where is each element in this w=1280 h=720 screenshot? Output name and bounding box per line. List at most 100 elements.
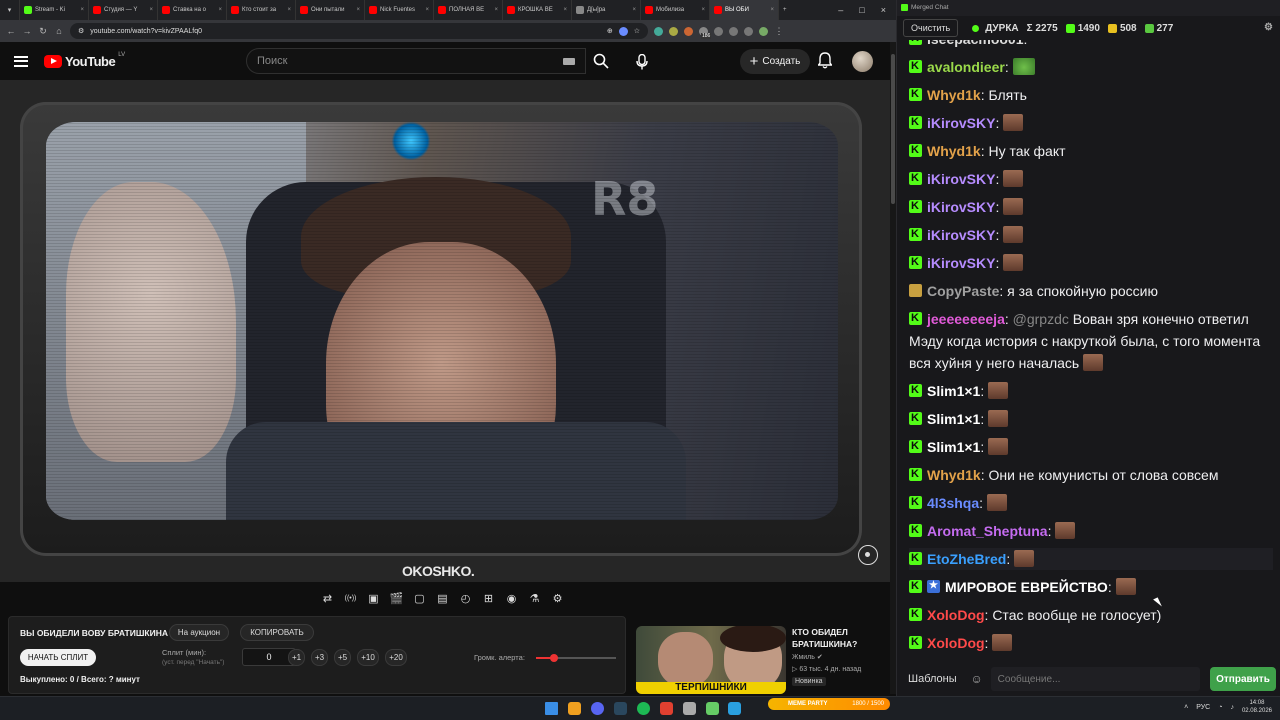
- close-tab-icon[interactable]: ×: [287, 7, 291, 13]
- chat-username[interactable]: Whyd1k: [927, 87, 981, 103]
- chat-message[interactable]: Slim1×1:: [909, 435, 1273, 458]
- chat-username[interactable]: 4l3shqa: [927, 495, 979, 511]
- chat-message[interactable]: avalondieer:: [909, 55, 1273, 78]
- close-tab-icon[interactable]: ×: [701, 7, 705, 13]
- chat-message[interactable]: iKirovSKY:: [909, 111, 1273, 134]
- bookmark-star-icon[interactable]: ☆: [634, 27, 640, 35]
- increment-button[interactable]: +5: [334, 649, 351, 666]
- home-icon[interactable]: ⌂: [54, 26, 64, 36]
- address-bar[interactable]: ⚙ youtube.com/watch?v=kivZPAALfq0 ⊕ ☆: [70, 23, 648, 39]
- copy-button[interactable]: КОПИРОВАТЬ: [240, 624, 314, 641]
- chat-username[interactable]: МИРОВОЕ ЕВРЕЙСТВО: [945, 579, 1108, 595]
- video-thumbnail[interactable]: ТЕРПИШНИКИ: [636, 626, 786, 694]
- message-input[interactable]: Сообщение...: [990, 667, 1200, 691]
- chat-message[interactable]: iseepacmoo01:: [909, 40, 1273, 50]
- browser-tab[interactable]: Nick Fuentes ×: [365, 0, 434, 20]
- autoplay-target-icon[interactable]: [858, 545, 878, 565]
- browser-tab[interactable]: Они пытали ×: [296, 0, 365, 20]
- profile-icon[interactable]: [759, 26, 768, 36]
- browser-tab[interactable]: КРОШКА ВЕ ×: [503, 0, 572, 20]
- chat-message[interactable]: Whyd1k: Они не комунисты от слова совсем: [909, 463, 1273, 486]
- chat-username[interactable]: CopyPaste: [927, 283, 999, 299]
- increment-button[interactable]: +10: [357, 649, 379, 666]
- chat-username[interactable]: avalondieer: [927, 59, 1005, 75]
- frame-icon[interactable]: ▢: [410, 590, 429, 607]
- chat-username[interactable]: Slim1×1: [927, 383, 980, 399]
- clock[interactable]: 14:08 02.08.2026: [1242, 699, 1272, 715]
- chat-username[interactable]: Whyd1k: [927, 143, 981, 159]
- screenshot-settings-icon[interactable]: ▣: [364, 590, 383, 607]
- chat-message[interactable]: Slim1×1:: [909, 379, 1273, 402]
- chat-message[interactable]: iKirovSKY:: [909, 223, 1273, 246]
- chat-message[interactable]: Whyd1k: Ну так факт: [909, 139, 1273, 162]
- youtube-logo[interactable]: YouTube LV: [44, 52, 125, 69]
- video-title[interactable]: КТО ОБИДЕЛ БРАТИШКИНА?: [792, 626, 888, 650]
- browser-tab[interactable]: ПОЛНАЯ ВЕ ×: [434, 0, 503, 20]
- increment-button[interactable]: +1: [288, 649, 305, 666]
- chat-message[interactable]: CopyPaste: я за спокойную россию: [909, 280, 1273, 302]
- search-input[interactable]: Поиск: [246, 48, 586, 74]
- app-icon[interactable]: [683, 702, 696, 715]
- chat-message[interactable]: XoloDog:: [909, 631, 1273, 654]
- volume-icon[interactable]: ♪: [1230, 704, 1234, 711]
- browser-tab[interactable]: Д[ы]ра ×: [572, 0, 641, 20]
- reload-icon[interactable]: ↻: [38, 26, 48, 37]
- account-avatar[interactable]: [852, 51, 873, 72]
- chat-message[interactable]: Whyd1k: Блять: [909, 83, 1273, 106]
- create-button[interactable]: + Создать: [740, 49, 810, 74]
- discord-icon[interactable]: [591, 702, 604, 715]
- chat-username[interactable]: iKirovSKY: [927, 255, 995, 271]
- search-button[interactable]: [586, 48, 616, 74]
- close-tab-icon[interactable]: ×: [80, 7, 84, 13]
- add-icon[interactable]: ⊞: [479, 590, 498, 607]
- close-tab-icon[interactable]: ×: [563, 7, 567, 13]
- forward-icon[interactable]: →: [22, 26, 32, 36]
- video-player[interactable]: R8 OKOSHKO.: [0, 80, 890, 582]
- camera-icon[interactable]: ◉: [502, 590, 521, 607]
- chat-message[interactable]: EtoZheBred:: [909, 547, 1273, 570]
- browser-tab[interactable]: Ставка на о ×: [158, 0, 227, 20]
- browser-tab[interactable]: Кто стоит за ×: [227, 0, 296, 20]
- templates-button[interactable]: Шаблоны: [902, 667, 963, 691]
- channel-name[interactable]: Жмиль ✔: [792, 653, 823, 661]
- media-widget[interactable]: MEME PARTY 1800 / 1500: [768, 698, 890, 710]
- chat-username[interactable]: Whyd1k: [927, 467, 981, 483]
- back-icon[interactable]: ←: [6, 26, 16, 36]
- site-info-icon[interactable]: ⚙: [78, 27, 84, 35]
- increment-button[interactable]: +20: [385, 649, 407, 666]
- chat-username[interactable]: iseepacmoo01: [927, 40, 1024, 47]
- extension-icon[interactable]: [669, 26, 678, 36]
- chat-username[interactable]: XoloDog: [927, 635, 985, 651]
- close-icon[interactable]: ×: [881, 5, 886, 15]
- notifications-button[interactable]: [817, 52, 833, 74]
- send-button[interactable]: Отправить: [1210, 667, 1276, 691]
- mention[interactable]: @grpzdc: [1013, 311, 1069, 327]
- gear-icon[interactable]: ⚙: [548, 590, 567, 607]
- clear-chat-button[interactable]: Очистить: [903, 19, 959, 37]
- spotify-icon[interactable]: [637, 702, 650, 715]
- chat-message[interactable]: Aromat_Sheptuna:: [909, 519, 1273, 542]
- chat-message[interactable]: iKirovSKY:: [909, 195, 1273, 218]
- emoji-icon[interactable]: ☺: [969, 672, 985, 686]
- browser-tab[interactable]: Студия — Y ×: [89, 0, 158, 20]
- close-tab-icon[interactable]: ×: [632, 7, 636, 13]
- close-tab-icon[interactable]: ×: [494, 7, 498, 13]
- steam-icon[interactable]: [614, 702, 627, 715]
- chat-username[interactable]: XoloDog: [927, 607, 985, 623]
- more-menu-icon[interactable]: ⋮: [774, 26, 784, 37]
- tab-list-button[interactable]: ▾: [0, 0, 20, 20]
- chat-username[interactable]: Slim1×1: [927, 439, 980, 455]
- browser-tab[interactable]: ВЫ ОБИ ×: [710, 0, 779, 20]
- close-tab-icon[interactable]: ×: [356, 7, 360, 13]
- close-tab-icon[interactable]: ×: [770, 7, 774, 13]
- chat-username[interactable]: jeeeeeeeeja: [927, 311, 1005, 327]
- chevron-up-icon[interactable]: ˄: [1184, 704, 1188, 711]
- chat-message[interactable]: 4l3shqa:: [909, 491, 1273, 514]
- minimize-icon[interactable]: –: [838, 5, 843, 15]
- clapper-icon[interactable]: 🎬: [387, 590, 406, 607]
- browser-tab[interactable]: Stream - Ki ×: [20, 0, 89, 20]
- close-tab-icon[interactable]: ×: [149, 7, 153, 13]
- loop-icon[interactable]: ⇄: [318, 590, 337, 607]
- increment-button[interactable]: +3: [311, 649, 328, 666]
- browser-icon[interactable]: [568, 702, 581, 715]
